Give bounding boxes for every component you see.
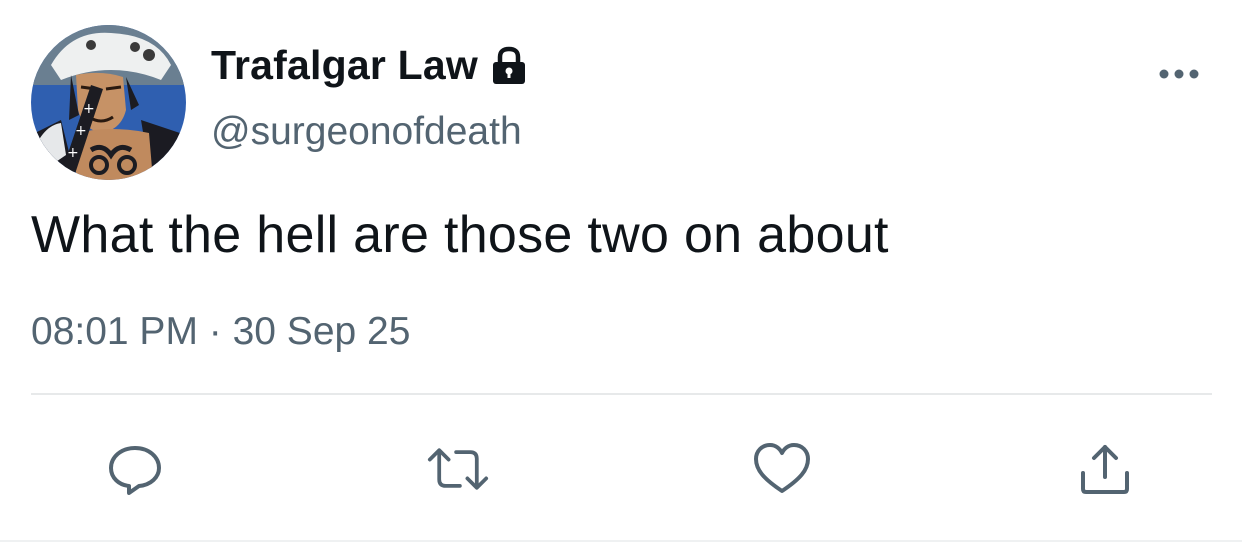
tweet-timestamp[interactable]: 08:01 PM · 30 Sep 25 xyxy=(31,310,410,354)
divider xyxy=(31,393,1212,395)
display-name[interactable]: Trafalgar Law xyxy=(211,42,528,89)
user-handle[interactable]: @surgeonofdeath xyxy=(211,110,522,154)
avatar[interactable]: + + + xyxy=(31,25,186,180)
reply-icon xyxy=(109,446,161,495)
svg-text:+: + xyxy=(83,101,95,117)
share-icon xyxy=(1081,445,1129,494)
reply-button[interactable] xyxy=(104,438,166,500)
more-options-icon[interactable] xyxy=(1156,62,1202,86)
share-button[interactable] xyxy=(1074,438,1136,500)
svg-text:+: + xyxy=(67,145,79,161)
svg-text:+: + xyxy=(75,123,87,139)
heart-icon xyxy=(754,443,810,493)
tweet-text: What the hell are those two on about xyxy=(31,206,889,264)
display-name-text: Trafalgar Law xyxy=(211,42,478,88)
retweet-icon xyxy=(427,448,489,490)
tweet-card: + + + Trafalgar Law @surgeonofdeath What… xyxy=(0,0,1242,558)
bottom-divider xyxy=(0,540,1242,542)
like-button[interactable] xyxy=(751,438,813,500)
lock-icon xyxy=(490,46,528,86)
avatar-image: + + + xyxy=(31,25,186,180)
retweet-button[interactable] xyxy=(427,438,489,500)
